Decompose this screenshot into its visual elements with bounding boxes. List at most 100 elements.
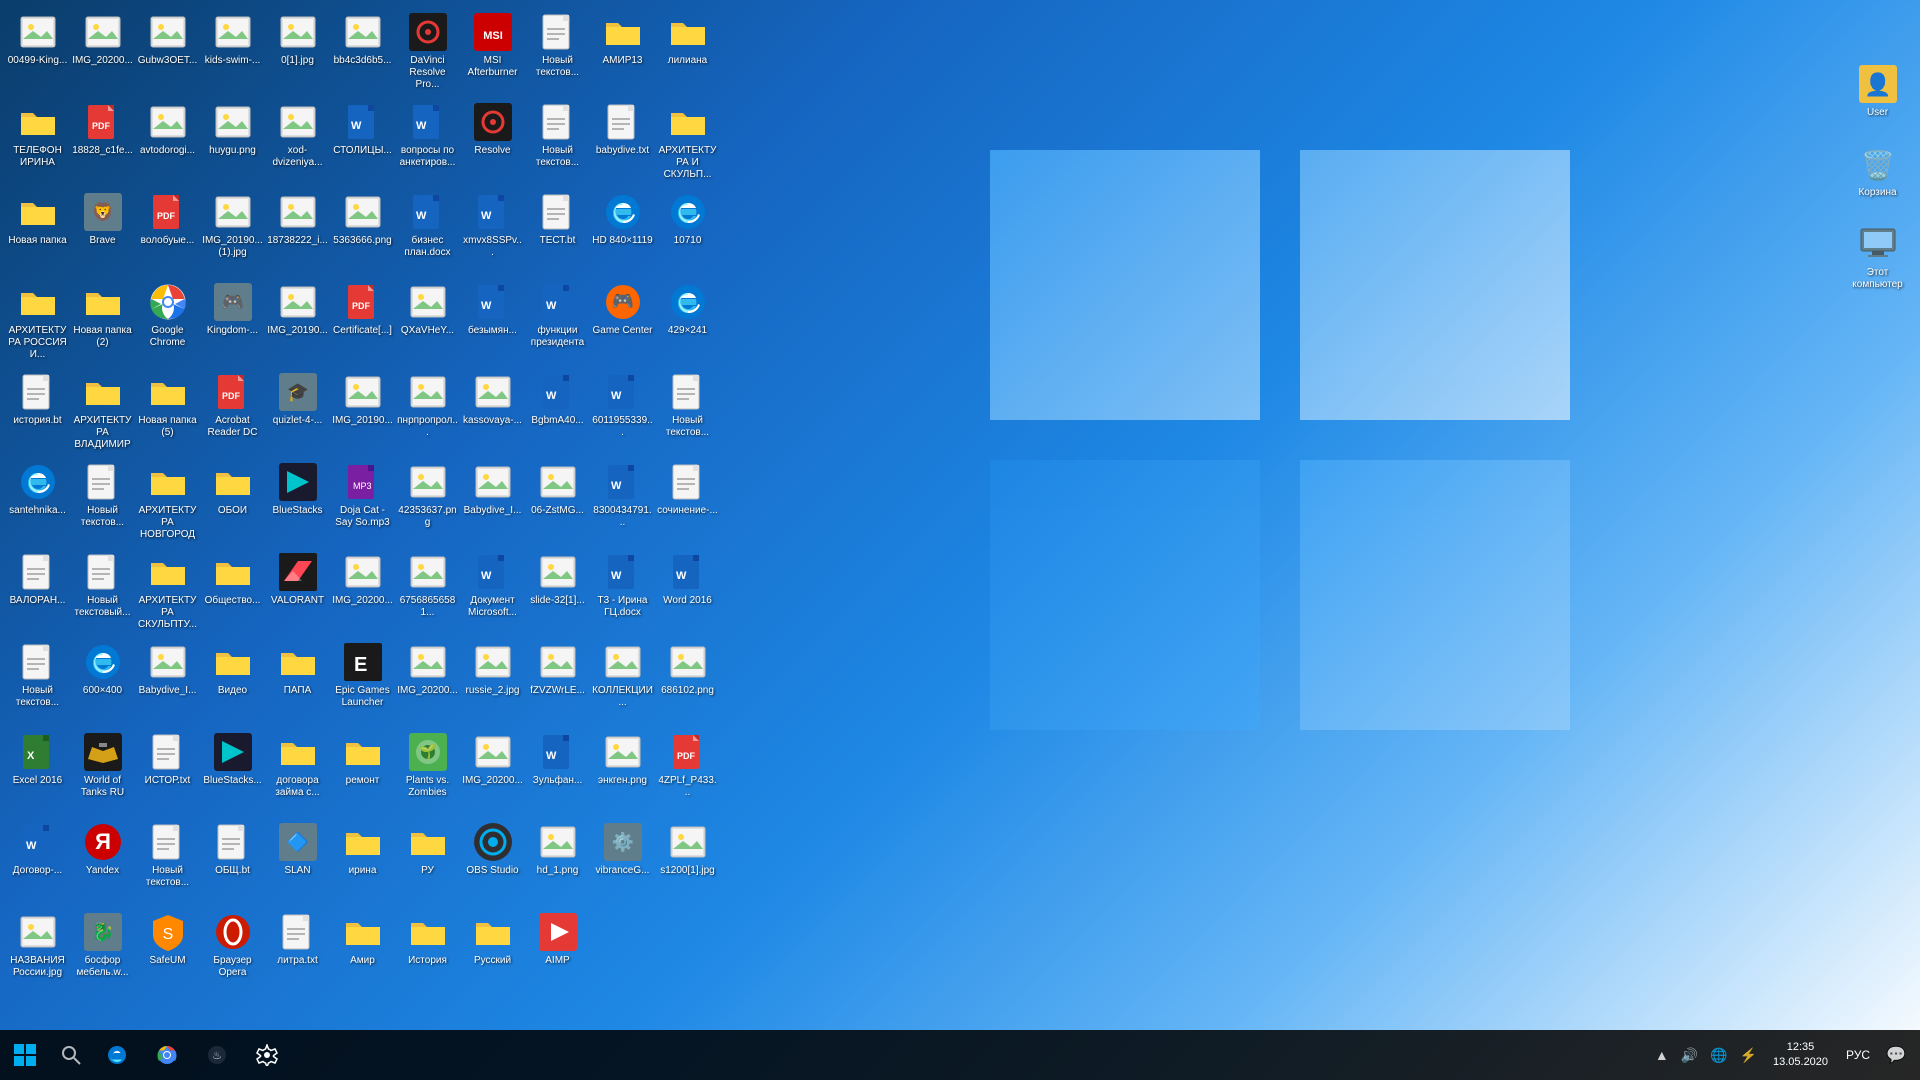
desktop-icon-telefon[interactable]: ТЕЛЕФОН ИРИНА (5, 98, 70, 188)
desktop-icon-remont[interactable]: ремонт (330, 728, 395, 818)
desktop-icon-IMG_20200_3[interactable]: IMG_20200... (395, 638, 460, 728)
desktop-icon-kassovaya[interactable]: kassovaya-... (460, 368, 525, 458)
desktop-icon-recycle[interactable]: 🗑️ Корзина (1845, 140, 1910, 215)
desktop-icon-Gubw3OET[interactable]: Gubw3OET... (135, 8, 200, 98)
desktop-icon-EpicGames[interactable]: EEpic Games Launcher (330, 638, 395, 728)
desktop-icon-RU[interactable]: РУ (395, 818, 460, 908)
tray-volume[interactable]: 🔊 (1677, 1045, 1702, 1066)
desktop-icon-0[1][interactable]: 0[1].jpg (265, 8, 330, 98)
desktop-icon-BlueStacksI[interactable]: BlueStacks... (200, 728, 265, 818)
desktop-icon-429x241[interactable]: 429×241 (655, 278, 720, 368)
desktop-icon-AMIR13[interactable]: АМИР13 (590, 8, 655, 98)
desktop-icon-avtodorogi[interactable]: avtodorogi... (135, 98, 200, 188)
desktop-icon-686102[interactable]: 686102.png (655, 638, 720, 728)
desktop-icon-Excel2016[interactable]: XExcel 2016 (5, 728, 70, 818)
desktop-icon-DaVinci[interactable]: DaVinci Resolve Pro... (395, 8, 460, 98)
desktop-icon-GoogleChrome[interactable]: Google Chrome (135, 278, 200, 368)
start-button[interactable] (0, 1030, 50, 1080)
desktop-icon-Amir[interactable]: Амир (330, 908, 395, 998)
desktop-icon-engken[interactable]: энкген.png (590, 728, 655, 818)
tray-notification[interactable]: 💬 (1880, 1043, 1912, 1067)
desktop-icon-VALORANT2[interactable]: ВАЛОРАН... (5, 548, 70, 638)
desktop-icon-computer[interactable]: Этот компьютер (1845, 220, 1910, 295)
desktop-icon-MSI[interactable]: MSIMSI Afterburner (460, 8, 525, 98)
desktop-icon-5363666[interactable]: 5363666.png (330, 188, 395, 278)
desktop-icon-DojaCat[interactable]: MP3Doja Cat - Say So.mp3 (330, 458, 395, 548)
desktop-icon-PAPA[interactable]: ПАПА (265, 638, 330, 728)
desktop-icon-istoriya[interactable]: история.bt (5, 368, 70, 458)
desktop-icon-nazRossii[interactable]: НАЗВАНИЯ России.jpg (5, 908, 70, 998)
desktop-icon-ISTORT[interactable]: ИСТОР.txt (135, 728, 200, 818)
desktop-icon-funprezident[interactable]: Wфункции президента (525, 278, 590, 368)
desktop-icon-AIMP[interactable]: AIMP (525, 908, 590, 998)
desktop-icon-pnrproprol[interactable]: пнрпропрол... (395, 368, 460, 458)
desktop-icon-OBSH[interactable]: ОБЩ.bt (200, 818, 265, 908)
desktop-icon-kids-swim[interactable]: kids-swim-... (200, 8, 265, 98)
desktop-icon-stolicyi[interactable]: WСТОЛИЦЫ... (330, 98, 395, 188)
desktop-icon-ARH_NOVG[interactable]: АРХИТЕКТУРА НОВГОРОД (135, 458, 200, 548)
tray-power[interactable]: ⚡ (1736, 1045, 1761, 1066)
desktop-icon-BlueStacks[interactable]: BlueStacks (265, 458, 330, 548)
desktop-icon-liliana[interactable]: лилиана (655, 8, 720, 98)
desktop-icon-Russkiy[interactable]: Русский (460, 908, 525, 998)
desktop-icon-irina[interactable]: ирина (330, 818, 395, 908)
desktop-icon-OBS[interactable]: OBS Studio (460, 818, 525, 908)
desktop-icon-IMG_20200_2[interactable]: IMG_20200... (330, 548, 395, 638)
desktop-icon-4ZPLf_P433[interactable]: PDF4ZPLf_P433... (655, 728, 720, 818)
desktop-icon-slide-32[interactable]: slide-32[1]... (525, 548, 590, 638)
desktop-icon-Word2016[interactable]: WWord 2016 (655, 548, 720, 638)
desktop-icon-Kingdom[interactable]: 🎮Kingdom-... (200, 278, 265, 368)
desktop-icon-67568656581[interactable]: 67568656581... (395, 548, 460, 638)
desktop-icon-xod-dvizeniya[interactable]: xod-dvizeniya... (265, 98, 330, 188)
desktop-icon-vibranceG[interactable]: ⚙️vibranceG... (590, 818, 655, 908)
desktop-icon-Video[interactable]: Видео (200, 638, 265, 728)
desktop-icon-NovTxt7[interactable]: Новый текстов... (135, 818, 200, 908)
taskbar-search-button[interactable] (50, 1030, 92, 1080)
desktop-icon-Dokument_MS[interactable]: WДокумент Microsoft... (460, 548, 525, 638)
desktop-icon-voprosy[interactable]: Wвопросы по анкетиров... (395, 98, 460, 188)
desktop-icon-fZVZWrLE[interactable]: fZVZWrLE... (525, 638, 590, 728)
desktop-icon-SafeUM[interactable]: SSafeUM (135, 908, 200, 998)
taskbar-settings-button[interactable] (242, 1030, 292, 1080)
desktop-icon-sochinenie[interactable]: сочинение-... (655, 458, 720, 548)
desktop-icon-Babydive_I2[interactable]: Babydive_I... (135, 638, 200, 728)
desktop-icon-NovTxt3[interactable]: Новый текстов... (655, 368, 720, 458)
desktop-icon-russie_2[interactable]: russie_2.jpg (460, 638, 525, 728)
desktop-icon-Opera[interactable]: Браузер Opera (200, 908, 265, 998)
desktop-icon-IMG_20200_4[interactable]: IMG_20200... (460, 728, 525, 818)
desktop-icon-hd_1[interactable]: hd_1.png (525, 818, 590, 908)
desktop-icon-WOT[interactable]: World of Tanks RU (70, 728, 135, 818)
desktop-icon-babydive[interactable]: babydive.txt (590, 98, 655, 188)
desktop-icon-voloboye[interactable]: PDFволобуые... (135, 188, 200, 278)
desktop-icon-IMG_20200[interactable]: IMG_20200... (70, 8, 135, 98)
tray-clock[interactable]: 12:35 13.05.2020 (1765, 1038, 1836, 1073)
taskbar-steam-button[interactable]: ♨ (192, 1030, 242, 1080)
desktop-icon-litra[interactable]: литра.txt (265, 908, 330, 998)
desktop-icon-ARH_SKULPT2[interactable]: АРХИТЕКТУРА СКУЛЬПТУ... (135, 548, 200, 638)
desktop-icon-s1200_1[interactable]: s1200[1].jpg (655, 818, 720, 908)
desktop-icon-NovTxt2[interactable]: Новый текстов... (525, 98, 590, 188)
desktop-icon-NovTxt1[interactable]: Новый текстов... (525, 8, 590, 98)
desktop-icon-Obshestvo[interactable]: Общество... (200, 548, 265, 638)
desktop-icon-NovPapka5[interactable]: Новая папка (5) (135, 368, 200, 458)
desktop-icon-3ulfan[interactable]: WЗульфан... (525, 728, 590, 818)
tray-language[interactable]: РУС (1840, 1046, 1876, 1064)
desktop-icon-TEST[interactable]: ТЕСТ.bt (525, 188, 590, 278)
desktop-icon-Resolve[interactable]: Resolve (460, 98, 525, 188)
desktop-icon-BgbmA40[interactable]: WBgbmA40... (525, 368, 590, 458)
desktop-icon-bb4c3d6b5[interactable]: bb4c3d6b5... (330, 8, 395, 98)
desktop-icon-bezymyan[interactable]: Wбезымян... (460, 278, 525, 368)
desktop-icon-600x400[interactable]: 600×400 (70, 638, 135, 728)
desktop-icon-IMG_20190_1[interactable]: IMG_20190... (1).jpg (200, 188, 265, 278)
desktop-icon-NovPapka[interactable]: Новая папка (5, 188, 70, 278)
desktop-icon-Brave[interactable]: 🦁Brave (70, 188, 135, 278)
desktop-icon-OBOI[interactable]: ОБОИ (200, 458, 265, 548)
taskbar-chrome-button[interactable] (142, 1030, 192, 1080)
desktop-icon-Yandex[interactable]: ЯYandex (70, 818, 135, 908)
desktop-icon-NovTxt6[interactable]: Новый текстов... (5, 638, 70, 728)
desktop-icon-AcrobatDC[interactable]: PDFAcrobat Reader DC (200, 368, 265, 458)
desktop-icon-8300434791[interactable]: W8300434791... (590, 458, 655, 548)
desktop-icon-huygu[interactable]: huygu.png (200, 98, 265, 188)
desktop-icon-18738222[interactable]: 18738222_i... (265, 188, 330, 278)
desktop-icon-NovPapka2[interactable]: Новая папка (2) (70, 278, 135, 368)
